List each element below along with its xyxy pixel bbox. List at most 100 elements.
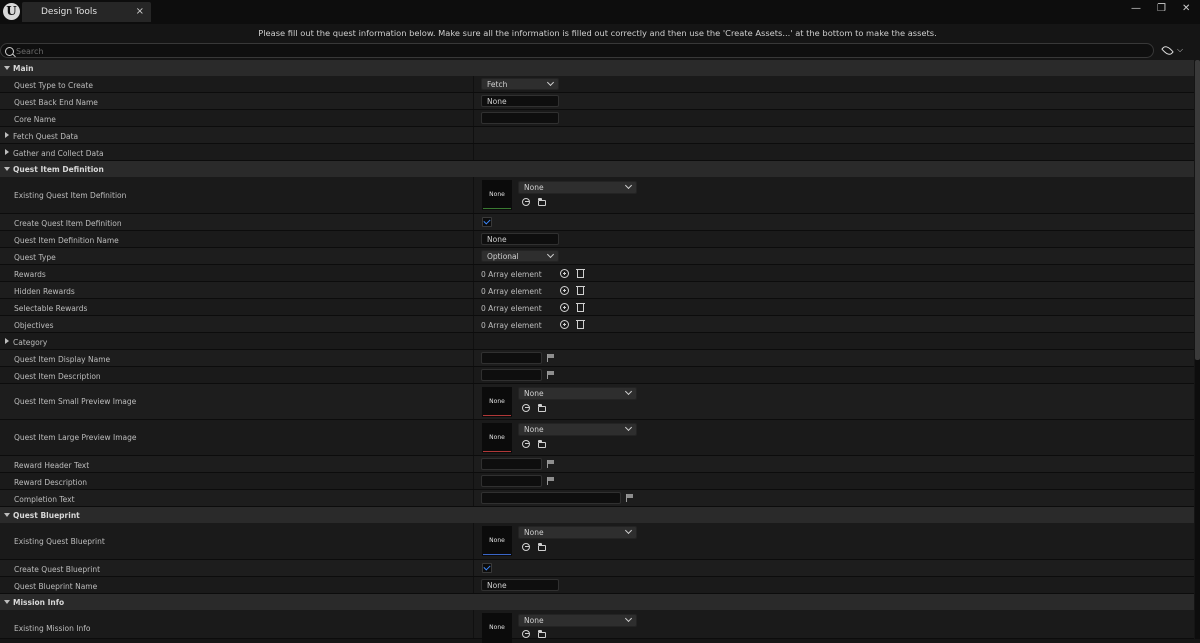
column-divider[interactable] bbox=[473, 560, 474, 576]
display-name-field[interactable] bbox=[481, 352, 542, 364]
expand-arrow-icon[interactable] bbox=[4, 513, 10, 517]
search-bar[interactable] bbox=[0, 43, 1154, 58]
use-selected-arrow-icon[interactable] bbox=[522, 543, 530, 551]
trash-icon[interactable] bbox=[576, 320, 585, 329]
browse-folder-icon[interactable] bbox=[538, 198, 546, 206]
asset-thumbnail[interactable]: None bbox=[482, 423, 512, 453]
column-divider[interactable] bbox=[473, 456, 474, 472]
unreal-engine-logo-icon[interactable]: U bbox=[3, 3, 20, 20]
column-divider[interactable] bbox=[473, 367, 474, 383]
asset-picker-dropdown[interactable]: None bbox=[518, 614, 637, 627]
browse-folder-icon[interactable] bbox=[538, 630, 546, 638]
row-create-quest-blueprint: Create Quest Blueprint bbox=[0, 560, 1194, 577]
close-icon[interactable]: ✕ bbox=[1182, 3, 1190, 14]
collapsed-arrow-icon[interactable] bbox=[5, 149, 9, 155]
trash-icon[interactable] bbox=[576, 269, 585, 278]
column-divider[interactable] bbox=[473, 127, 474, 143]
asset-picker-dropdown[interactable]: None bbox=[518, 181, 637, 194]
asset-picker-dropdown[interactable]: None bbox=[518, 526, 637, 539]
column-divider[interactable] bbox=[473, 384, 474, 419]
core-name-field[interactable] bbox=[481, 112, 559, 124]
column-divider[interactable] bbox=[473, 110, 474, 126]
column-divider[interactable] bbox=[473, 93, 474, 109]
asset-picker-dropdown[interactable]: None bbox=[518, 387, 637, 400]
flag-icon[interactable] bbox=[626, 494, 633, 502]
section-main[interactable]: Main bbox=[0, 60, 1194, 76]
reward-description-field[interactable] bbox=[481, 475, 542, 487]
flag-icon[interactable] bbox=[547, 477, 554, 485]
column-divider[interactable] bbox=[473, 490, 474, 506]
completion-text-field[interactable] bbox=[481, 492, 621, 504]
create-quest-blueprint-checkbox[interactable] bbox=[482, 563, 492, 573]
reward-header-field[interactable] bbox=[481, 458, 542, 470]
column-divider[interactable] bbox=[473, 177, 474, 213]
create-quest-item-definition-checkbox[interactable] bbox=[482, 217, 492, 227]
flag-icon[interactable] bbox=[547, 371, 554, 379]
collapsed-arrow-icon[interactable] bbox=[5, 338, 9, 344]
dropdown-value: Fetch bbox=[487, 80, 508, 89]
tab-design-tools[interactable]: Design Tools × bbox=[22, 2, 151, 22]
section-quest-item-definition[interactable]: Quest Item Definition bbox=[0, 161, 1194, 177]
search-input[interactable] bbox=[16, 45, 1116, 57]
column-divider[interactable] bbox=[473, 248, 474, 264]
column-divider[interactable] bbox=[473, 473, 474, 489]
column-divider[interactable] bbox=[473, 333, 474, 349]
collapsed-arrow-icon[interactable] bbox=[5, 132, 9, 138]
use-selected-arrow-icon[interactable] bbox=[522, 404, 530, 412]
asset-thumbnail[interactable]: None bbox=[482, 387, 512, 417]
section-mission-info[interactable]: Mission Info bbox=[0, 594, 1194, 610]
browse-folder-icon[interactable] bbox=[538, 543, 546, 551]
plus-circle-icon[interactable] bbox=[560, 269, 569, 278]
row-category[interactable]: Category bbox=[0, 333, 1194, 350]
column-divider[interactable] bbox=[473, 316, 474, 332]
eye-icon[interactable] bbox=[1161, 44, 1174, 57]
scrollbar-thumb[interactable] bbox=[1195, 60, 1200, 360]
asset-thumbnail[interactable]: None bbox=[482, 180, 512, 210]
use-selected-arrow-icon[interactable] bbox=[522, 440, 530, 448]
tab-close-icon[interactable]: × bbox=[136, 6, 144, 17]
asset-type-bar bbox=[483, 208, 511, 209]
plus-circle-icon[interactable] bbox=[560, 303, 569, 312]
quest-type-dropdown[interactable]: Optional bbox=[481, 250, 559, 262]
column-divider[interactable] bbox=[473, 76, 474, 92]
trash-icon[interactable] bbox=[576, 286, 585, 295]
chevron-down-icon[interactable]: ⌵ bbox=[1177, 45, 1183, 55]
asset-thumbnail[interactable]: None bbox=[482, 526, 512, 556]
asset-picker-dropdown[interactable]: None bbox=[518, 423, 637, 436]
use-selected-arrow-icon[interactable] bbox=[522, 630, 530, 638]
row-quest-item-definition-name: Quest Item Definition Name None bbox=[0, 231, 1194, 248]
column-divider[interactable] bbox=[473, 420, 474, 455]
column-divider[interactable] bbox=[473, 610, 474, 638]
row-reward-header-text: Reward Header Text bbox=[0, 456, 1194, 473]
column-divider[interactable] bbox=[473, 350, 474, 366]
plus-circle-icon[interactable] bbox=[560, 320, 569, 329]
section-quest-blueprint[interactable]: Quest Blueprint bbox=[0, 507, 1194, 523]
column-divider[interactable] bbox=[473, 282, 474, 298]
row-gather-collect-data[interactable]: Gather and Collect Data bbox=[0, 144, 1194, 161]
browse-folder-icon[interactable] bbox=[538, 440, 546, 448]
flag-icon[interactable] bbox=[547, 354, 554, 362]
column-divider[interactable] bbox=[473, 231, 474, 247]
back-end-name-field[interactable]: None bbox=[481, 95, 559, 107]
column-divider[interactable] bbox=[473, 214, 474, 230]
expand-arrow-icon[interactable] bbox=[4, 167, 10, 171]
expand-arrow-icon[interactable] bbox=[4, 66, 10, 70]
flag-icon[interactable] bbox=[547, 460, 554, 468]
restore-icon[interactable]: ❐ bbox=[1157, 3, 1166, 14]
row-fetch-quest-data[interactable]: Fetch Quest Data bbox=[0, 127, 1194, 144]
column-divider[interactable] bbox=[473, 299, 474, 315]
expand-arrow-icon[interactable] bbox=[4, 600, 10, 604]
column-divider[interactable] bbox=[473, 144, 474, 160]
plus-circle-icon[interactable] bbox=[560, 286, 569, 295]
description-field[interactable] bbox=[481, 369, 542, 381]
trash-icon[interactable] bbox=[576, 303, 585, 312]
quest-item-definition-name-field[interactable]: None bbox=[481, 233, 559, 245]
quest-blueprint-name-field[interactable]: None bbox=[481, 579, 559, 591]
column-divider[interactable] bbox=[473, 265, 474, 281]
minimize-icon[interactable]: — bbox=[1131, 3, 1141, 14]
column-divider[interactable] bbox=[473, 577, 474, 593]
quest-type-dropdown[interactable]: Fetch bbox=[481, 78, 559, 90]
browse-folder-icon[interactable] bbox=[538, 404, 546, 412]
use-selected-arrow-icon[interactable] bbox=[522, 198, 530, 206]
column-divider[interactable] bbox=[473, 523, 474, 559]
